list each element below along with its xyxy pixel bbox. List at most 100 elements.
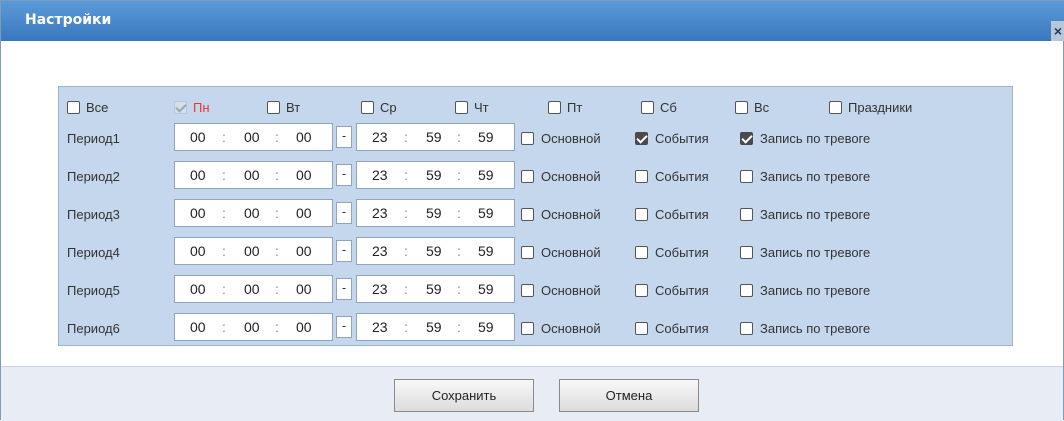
time-segment[interactable]: 00: [190, 205, 206, 221]
end-time-input[interactable]: 23:59:59: [356, 275, 515, 303]
time-segment[interactable]: 59: [478, 167, 494, 183]
option-checkbox-box[interactable]: [740, 246, 753, 260]
time-segment[interactable]: 23: [372, 167, 388, 183]
option-events-checkbox[interactable]: События: [635, 244, 709, 260]
time-segment[interactable]: 23: [372, 319, 388, 335]
dialog-titlebar[interactable]: Настройки ×: [1, 1, 1064, 41]
option-main-checkbox[interactable]: Основной: [521, 168, 601, 184]
save-button[interactable]: Сохранить: [394, 379, 534, 412]
day-checkbox-box[interactable]: [361, 101, 374, 115]
option-checkbox-box[interactable]: [521, 170, 534, 184]
option-checkbox-box[interactable]: [521, 322, 534, 336]
day-checkbox-4[interactable]: Чт: [455, 98, 489, 116]
option-checkbox-box[interactable]: [740, 284, 753, 298]
time-segment[interactable]: 00: [190, 167, 206, 183]
time-segment[interactable]: 00: [244, 319, 260, 335]
end-time-input[interactable]: 23:59:59: [356, 123, 515, 151]
time-segment[interactable]: 00: [190, 319, 206, 335]
start-time-input[interactable]: 00:00:00: [174, 123, 333, 151]
time-segment[interactable]: 00: [296, 167, 312, 183]
start-time-input[interactable]: 00:00:00: [174, 275, 333, 303]
time-segment[interactable]: 00: [244, 205, 260, 221]
option-events-checkbox[interactable]: События: [635, 320, 709, 336]
option-checkbox-box[interactable]: [740, 322, 753, 336]
time-segment[interactable]: 59: [426, 281, 442, 297]
option-alarm-checkbox[interactable]: Запись по тревоге: [740, 282, 870, 298]
time-segment[interactable]: 23: [372, 205, 388, 221]
day-checkbox-2[interactable]: Вт: [267, 98, 300, 116]
day-checkbox-box[interactable]: [735, 101, 748, 115]
day-checkbox-box[interactable]: [548, 101, 561, 115]
time-segment[interactable]: 00: [296, 281, 312, 297]
option-main-checkbox[interactable]: Основной: [521, 282, 601, 298]
time-segment[interactable]: 00: [296, 243, 312, 259]
option-main-checkbox[interactable]: Основной: [521, 320, 601, 336]
end-time-input[interactable]: 23:59:59: [356, 161, 515, 189]
time-segment[interactable]: 00: [244, 167, 260, 183]
time-segment[interactable]: 59: [426, 243, 442, 259]
time-segment[interactable]: 00: [244, 243, 260, 259]
option-alarm-checkbox[interactable]: Запись по тревоге: [740, 168, 870, 184]
time-segment[interactable]: 59: [478, 129, 494, 145]
time-segment[interactable]: 59: [426, 319, 442, 335]
option-alarm-checkbox[interactable]: Запись по тревоге: [740, 130, 870, 146]
option-checkbox-box[interactable]: [635, 322, 648, 336]
day-checkbox-box[interactable]: [455, 101, 468, 115]
day-checkbox-0[interactable]: Все: [67, 98, 108, 116]
time-segment[interactable]: 00: [190, 281, 206, 297]
day-checkbox-box[interactable]: [829, 101, 842, 115]
option-main-checkbox[interactable]: Основной: [521, 206, 601, 222]
option-checkbox-box[interactable]: [521, 132, 534, 146]
time-segment[interactable]: 00: [244, 281, 260, 297]
option-events-checkbox[interactable]: События: [635, 130, 709, 146]
time-segment[interactable]: 00: [190, 129, 206, 145]
time-segment[interactable]: 23: [372, 281, 388, 297]
option-checkbox-box[interactable]: [521, 246, 534, 260]
time-segment[interactable]: 23: [372, 129, 388, 145]
option-events-checkbox[interactable]: События: [635, 206, 709, 222]
option-events-checkbox[interactable]: События: [635, 168, 709, 184]
time-segment[interactable]: 59: [426, 129, 442, 145]
option-main-checkbox[interactable]: Основной: [521, 244, 601, 260]
option-checkbox-box[interactable]: [635, 170, 648, 184]
time-segment[interactable]: 59: [478, 319, 494, 335]
option-checkbox-box[interactable]: [635, 284, 648, 298]
option-checkbox-box[interactable]: [740, 170, 753, 184]
close-icon[interactable]: ×: [1051, 21, 1064, 41]
option-checkbox-box[interactable]: [635, 208, 648, 222]
time-segment[interactable]: 23: [372, 243, 388, 259]
option-checkbox-box[interactable]: [740, 208, 753, 222]
option-checkbox-box[interactable]: [521, 284, 534, 298]
day-checkbox-5[interactable]: Пт: [548, 98, 582, 116]
option-checkbox-box[interactable]: [635, 246, 648, 260]
day-checkbox-3[interactable]: Ср: [361, 98, 397, 116]
time-segment[interactable]: 00: [190, 243, 206, 259]
option-alarm-checkbox[interactable]: Запись по тревоге: [740, 320, 870, 336]
option-alarm-checkbox[interactable]: Запись по тревоге: [740, 206, 870, 222]
option-checkbox-box[interactable]: [521, 208, 534, 222]
time-segment[interactable]: 00: [296, 129, 312, 145]
time-segment[interactable]: 59: [478, 205, 494, 221]
option-checkbox-box[interactable]: [740, 132, 753, 146]
start-time-input[interactable]: 00:00:00: [174, 313, 333, 341]
end-time-input[interactable]: 23:59:59: [356, 199, 515, 227]
day-checkbox-6[interactable]: Сб: [641, 98, 677, 116]
end-time-input[interactable]: 23:59:59: [356, 313, 515, 341]
day-checkbox-box[interactable]: [67, 101, 80, 115]
day-checkbox-8[interactable]: Праздники: [829, 98, 912, 116]
time-segment[interactable]: 59: [426, 205, 442, 221]
end-time-input[interactable]: 23:59:59: [356, 237, 515, 265]
time-segment[interactable]: 59: [478, 243, 494, 259]
day-checkbox-7[interactable]: Вс: [735, 98, 769, 116]
day-checkbox-box[interactable]: [641, 101, 654, 115]
option-main-checkbox[interactable]: Основной: [521, 130, 601, 146]
option-events-checkbox[interactable]: События: [635, 282, 709, 298]
time-segment[interactable]: 00: [244, 129, 260, 145]
time-segment[interactable]: 00: [296, 319, 312, 335]
option-checkbox-box[interactable]: [635, 132, 648, 146]
start-time-input[interactable]: 00:00:00: [174, 237, 333, 265]
start-time-input[interactable]: 00:00:00: [174, 161, 333, 189]
cancel-button[interactable]: Отмена: [559, 379, 699, 412]
time-segment[interactable]: 59: [426, 167, 442, 183]
day-checkbox-box[interactable]: [267, 101, 280, 115]
